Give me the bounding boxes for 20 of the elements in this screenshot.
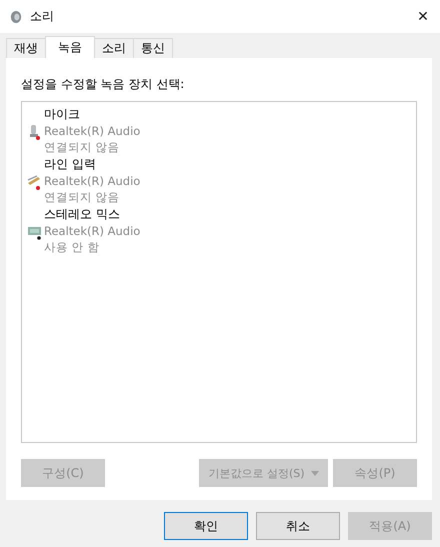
device-driver: Realtek(R) Audio [44, 173, 140, 189]
device-name[interactable]: 스테레오 믹스 [44, 206, 120, 223]
device-driver: Realtek(R) Audio [44, 223, 140, 239]
device-status: 연결되지 않음 [44, 189, 120, 205]
tab[interactable]: 녹음 [45, 36, 95, 58]
instruction-text: 설정을 수정할 녹음 장치 선택: [21, 76, 186, 93]
device-status: 사용 안 함 [44, 239, 100, 255]
device-status: 연결되지 않음 [44, 139, 120, 155]
close-button[interactable]: ✕ [406, 0, 440, 33]
device-name[interactable]: 라인 입력 [44, 156, 96, 173]
device-driver: Realtek(R) Audio [44, 123, 140, 139]
speaker-icon [10, 10, 22, 24]
tab[interactable]: 재생 [6, 38, 46, 58]
cable-plug-icon [26, 174, 42, 190]
device-name[interactable]: 마이크 [44, 106, 80, 123]
button[interactable]: 확인 [164, 512, 248, 540]
window-title: 소리 [30, 8, 54, 25]
sound-card-icon [26, 224, 42, 240]
button[interactable]: 취소 [256, 512, 340, 540]
tab[interactable]: 통신 [133, 38, 173, 58]
